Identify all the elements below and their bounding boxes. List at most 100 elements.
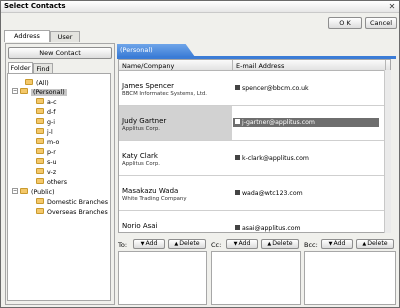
to-label: To: <box>118 241 128 249</box>
new-contact-button[interactable]: New Contact <box>8 47 112 59</box>
up-arrow-icon: ▲ <box>174 241 179 247</box>
down-arrow-icon: ▼ <box>233 241 238 247</box>
window-title: Select Contacts <box>4 2 66 10</box>
button-label: Add <box>333 240 346 247</box>
contact-name: Norio Asai <box>122 222 158 230</box>
cc-recipients-box[interactable] <box>211 251 301 305</box>
collapse-icon[interactable]: − <box>12 88 18 94</box>
button-label: Delete <box>179 240 200 247</box>
to-add-button[interactable]: ▼Add <box>133 239 165 249</box>
contact-name: Katy Clark <box>122 152 158 160</box>
email-text: k-clark@applitus.com <box>242 155 309 162</box>
tree-item-m-o[interactable]: m-o <box>36 138 59 147</box>
tree-item-d-f[interactable]: d-f <box>36 108 56 117</box>
table-row[interactable]: Masakazu Wada White Trading Company wada… <box>119 176 385 211</box>
tree-item-overseas-branches[interactable]: Overseas Branches <box>36 208 108 217</box>
tree-item-personal[interactable]: − (Personal) <box>12 88 67 97</box>
mail-icon <box>235 224 240 230</box>
table-row[interactable]: James Spencer BBCM Informatec Systems, L… <box>119 71 385 106</box>
tree-item-all[interactable]: (All) <box>25 79 49 88</box>
tree-item-g-i[interactable]: g-i <box>36 118 55 127</box>
ok-button[interactable]: O K <box>328 17 362 29</box>
tree-item-label: a-c <box>47 99 57 106</box>
contact-name: James Spencer <box>122 82 175 90</box>
folder-icon <box>36 208 44 214</box>
cc-add-button[interactable]: ▼Add <box>226 239 258 249</box>
to-recipients-box[interactable] <box>118 251 207 305</box>
contact-company: White Trading Company <box>122 196 187 202</box>
button-label: Add <box>145 240 158 247</box>
folder-tree: (All) − (Personal) a-c d-f g-i j-l m-o p-… <box>7 73 111 301</box>
down-arrow-icon: ▼ <box>140 241 145 247</box>
folder-icon <box>25 79 33 85</box>
bcc-recipients-box[interactable] <box>304 251 396 305</box>
bcc-add-button[interactable]: ▼Add <box>321 239 353 249</box>
close-icon[interactable]: ✕ <box>387 2 397 12</box>
folder-icon <box>36 138 44 144</box>
to-delete-button[interactable]: ▲Delete <box>168 239 206 249</box>
folder-icon <box>36 108 44 114</box>
collapse-icon[interactable]: − <box>12 188 18 194</box>
contact-company: Applitus Corp. <box>122 126 160 132</box>
bcc-label: Bcc: <box>304 241 318 249</box>
cc-label: Cc: <box>211 241 222 249</box>
email-text: j-gartner@applitus.com <box>242 119 315 126</box>
column-name-company[interactable]: Name/Company <box>122 62 174 70</box>
mail-icon <box>235 189 240 195</box>
mail-icon <box>235 84 240 90</box>
tree-item-label: p-r <box>47 149 56 156</box>
folder-icon <box>36 158 44 164</box>
column-header: Name/Company E-mail Address <box>119 60 390 71</box>
folder-icon <box>36 168 44 174</box>
button-label: Delete <box>272 240 293 247</box>
select-contacts-dialog: Select Contacts ✕ O K Cancel Address Boo… <box>0 0 400 308</box>
contact-email: spencer@bbcm.co.uk <box>235 84 309 92</box>
folder-icon <box>36 98 44 104</box>
contact-email: wada@wtc123.com <box>235 189 303 197</box>
contact-company: Applitus Corp. <box>122 161 160 167</box>
tree-item-v-z[interactable]: v-z <box>36 168 56 177</box>
tree-item-label: g-i <box>47 119 56 126</box>
table-row[interactable]: Katy Clark Applitus Corp. k-clark@applit… <box>119 141 385 176</box>
tree-item-domestic-branches[interactable]: Domestic Branches <box>36 198 108 207</box>
bcc-delete-button[interactable]: ▲Delete <box>356 239 394 249</box>
cancel-button[interactable]: Cancel <box>365 17 397 29</box>
tab-user-list[interactable]: User List <box>50 31 80 51</box>
contact-email: j-gartner@applitus.com <box>233 118 379 127</box>
tree-item-s-u[interactable]: s-u <box>36 158 57 167</box>
tree-item-label: (Personal) <box>31 89 67 96</box>
tree-item-label: s-u <box>47 159 57 166</box>
tree-item-label: (Public) <box>31 189 55 196</box>
tree-item-a-c[interactable]: a-c <box>36 98 57 107</box>
tab-address-book[interactable]: Address Book <box>4 30 50 50</box>
vertical-scrollbar[interactable] <box>384 70 391 233</box>
tree-item-label: others <box>47 179 68 186</box>
column-email[interactable]: E-mail Address <box>236 62 284 70</box>
contact-email: asai@applitus.com <box>235 224 301 232</box>
down-arrow-icon: ▼ <box>328 241 333 247</box>
tree-item-j-l[interactable]: j-l <box>36 128 53 137</box>
folder-icon <box>36 118 44 124</box>
folder-icon <box>36 198 44 204</box>
contact-company: BBCM Informatec Systems, Ltd. <box>122 91 208 97</box>
tree-item-label: m-o <box>47 139 60 146</box>
mail-icon <box>235 154 240 160</box>
contact-email: k-clark@applitus.com <box>235 154 309 162</box>
cc-delete-button[interactable]: ▲Delete <box>261 239 299 249</box>
tree-item-p-r[interactable]: p-r <box>36 148 56 157</box>
tree-item-others[interactable]: others <box>36 178 67 187</box>
folder-icon <box>20 188 28 194</box>
email-text: spencer@bbcm.co.uk <box>242 85 309 92</box>
up-arrow-icon: ▲ <box>267 241 272 247</box>
up-arrow-icon: ▲ <box>362 241 367 247</box>
table-row[interactable]: Norio Asai asai@applitus.com <box>119 211 385 232</box>
tree-item-label: Domestic Branches <box>47 199 109 206</box>
tree-item-public[interactable]: − (Public) <box>12 188 55 197</box>
tree-item-label: d-f <box>47 109 56 116</box>
contact-name: Judy Gartner <box>122 117 167 125</box>
contact-name: Masakazu Wada <box>122 187 179 195</box>
tree-item-label: Overseas Branches <box>47 209 108 216</box>
button-label: Delete <box>367 240 388 247</box>
tree-item-label: v-z <box>47 169 57 176</box>
table-row-selected[interactable]: Judy Gartner Applitus Corp. j-gartner@ap… <box>119 106 385 141</box>
